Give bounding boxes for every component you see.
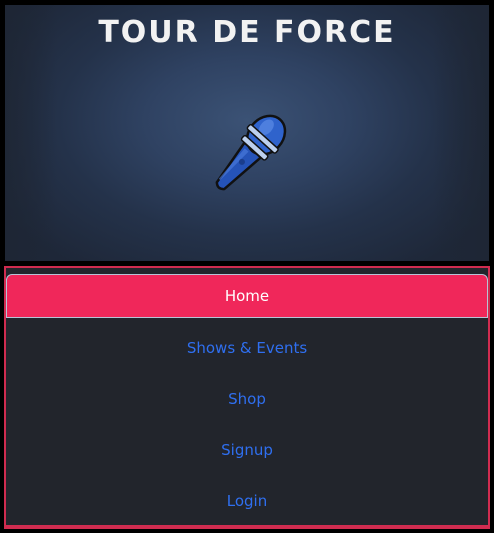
main-nav: Home Shows & Events Shop Signup Login	[4, 266, 490, 529]
site-title[interactable]: TOUR DE FORCE	[5, 15, 489, 50]
microphone-icon	[215, 114, 287, 191]
nav-item-shop[interactable]: Shop	[6, 376, 488, 422]
nav-item-signup[interactable]: Signup	[6, 427, 488, 473]
nav-item-shows-events[interactable]: Shows & Events	[6, 325, 488, 371]
nav-item-login[interactable]: Login	[6, 478, 488, 524]
page: TOUR DE FORCE Home Shows & Events Shop S…	[0, 0, 494, 533]
header-banner: TOUR DE FORCE	[5, 5, 489, 261]
nav-item-home[interactable]: Home	[6, 274, 488, 318]
